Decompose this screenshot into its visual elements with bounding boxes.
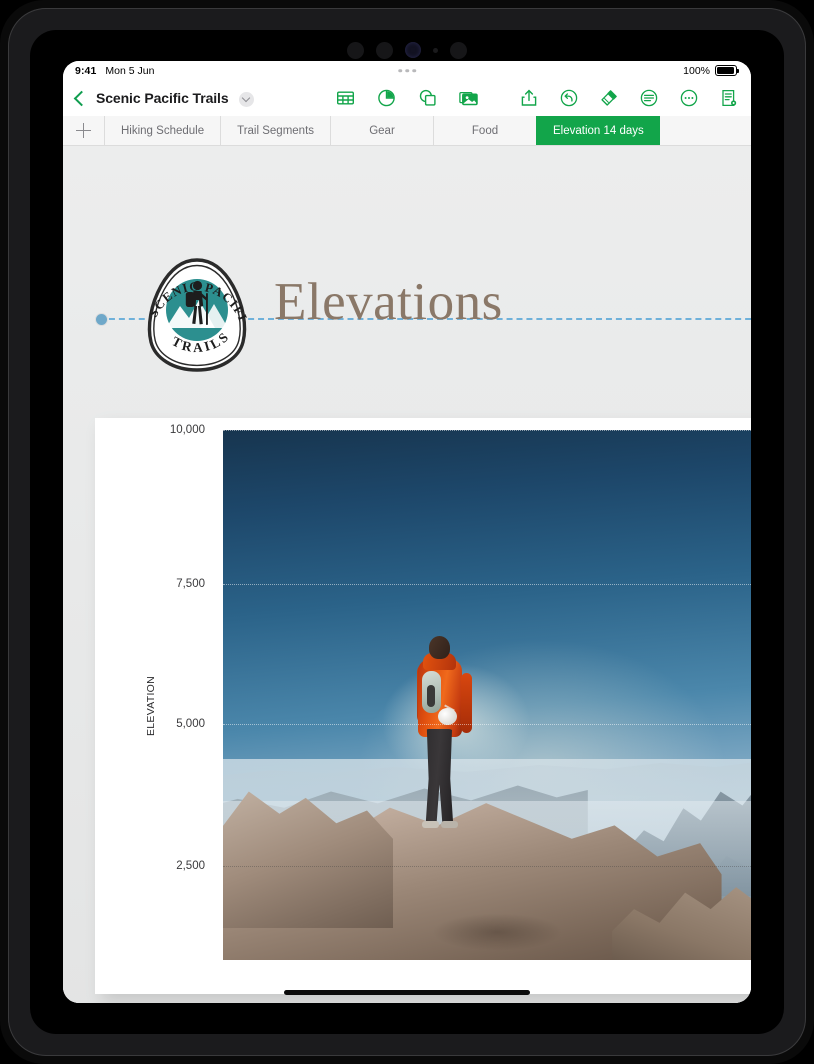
hiker-shoe-right — [441, 820, 459, 828]
y-axis-tick-5000: 5,000 — [176, 718, 205, 730]
format-brush-icon[interactable] — [599, 88, 619, 108]
chart-plot-area — [223, 430, 751, 960]
chart-top-gutter — [223, 418, 751, 430]
camera-lens-ultrawide-icon — [376, 41, 393, 59]
handle-dot — [398, 68, 402, 73]
more-icon[interactable] — [679, 88, 699, 108]
ambient-light-sensor-icon — [433, 47, 438, 53]
multitasking-handle-icon[interactable] — [398, 68, 416, 73]
document-page-1: SCENIC PACIFIC TRAILS — [63, 146, 751, 1003]
share-icon[interactable] — [519, 88, 539, 108]
document-canvas[interactable]: SCENIC PACIFIC TRAILS — [63, 146, 751, 1003]
y-axis-tick-2500: 2,500 — [176, 860, 205, 872]
status-date: Mon 5 Jun — [105, 64, 155, 77]
toolbar-left: Scenic Pacific Trails — [73, 89, 254, 108]
chart-inner: ELEVATION 10,000 7,500 5,000 2,500 — [95, 418, 751, 994]
truedepth-sensor-icon — [405, 42, 421, 58]
sheet-tab-bar: Hiking Schedule Trail Segments Gear Food… — [63, 116, 751, 146]
add-sheet-button[interactable] — [63, 116, 104, 145]
hiker-legs — [425, 728, 454, 825]
page-title[interactable]: Elevations — [274, 272, 503, 332]
action-tool-group — [519, 88, 739, 108]
tab-label: Gear — [369, 124, 395, 137]
handle-dot — [405, 68, 409, 73]
device-bezel: 9:41 Mon 5 Jun 100% Scenic Pacific Trail… — [8, 8, 806, 1056]
screen: 9:41 Mon 5 Jun 100% Scenic Pacific Trail… — [63, 61, 751, 1003]
plus-icon — [76, 123, 91, 138]
battery-percent: 100% — [683, 64, 710, 77]
sheet-tab-elevation-14-days[interactable]: Elevation 14 days — [536, 116, 660, 145]
y-axis-tick-7500: 7,500 — [176, 578, 205, 590]
y-axis-tick-10000: 10,000 — [169, 424, 205, 436]
document-title[interactable]: Scenic Pacific Trails — [96, 90, 229, 106]
shape-icon[interactable] — [418, 88, 438, 108]
status-bar-right: 100% — [683, 64, 739, 77]
tab-label: Trail Segments — [237, 124, 315, 137]
document-header-block: SCENIC PACIFIC TRAILS — [63, 146, 751, 372]
chart-photo-hiker — [408, 627, 474, 828]
status-bar-left: 9:41 Mon 5 Jun — [75, 65, 154, 77]
sheet-tab-trail-segments[interactable]: Trail Segments — [220, 116, 331, 145]
home-indicator[interactable] — [284, 990, 530, 995]
elevation-chart[interactable]: ELEVATION 10,000 7,500 5,000 2,500 — [95, 418, 751, 994]
scenic-pacific-trails-badge[interactable]: SCENIC PACIFIC TRAILS — [137, 256, 257, 376]
table-icon[interactable] — [336, 88, 356, 108]
device-bezel-inner: 9:41 Mon 5 Jun 100% Scenic Pacific Trail… — [30, 30, 784, 1034]
ipad-device: 9:41 Mon 5 Jun 100% Scenic Pacific Trail… — [0, 0, 814, 1064]
chart-icon[interactable] — [377, 88, 397, 108]
tab-label: Elevation 14 days — [553, 124, 644, 137]
hiker-backpack-slot — [427, 684, 436, 707]
status-time: 9:41 — [75, 64, 97, 77]
hiker-arm — [461, 672, 473, 733]
chart-axis-gutter — [95, 418, 223, 994]
selection-handle[interactable] — [96, 314, 107, 325]
sheet-tab-food[interactable]: Food — [433, 116, 537, 145]
tab-label: Hiking Schedule — [121, 124, 205, 137]
undo-icon[interactable] — [559, 88, 579, 108]
status-bar: 9:41 Mon 5 Jun 100% — [63, 61, 751, 80]
hiker-head — [429, 635, 451, 659]
app-toolbar: Scenic Pacific Trails — [63, 80, 751, 116]
sheet-tab-gear[interactable]: Gear — [330, 116, 434, 145]
camera-sensor-cluster — [317, 39, 497, 61]
tab-label: Food — [471, 124, 499, 137]
text-format-icon[interactable] — [639, 88, 659, 108]
insert-tool-group — [336, 88, 479, 108]
chart-bottom-gutter — [95, 960, 751, 994]
sheet-tab-hiking-schedule[interactable]: Hiking Schedule — [104, 116, 221, 145]
back-button[interactable] — [73, 89, 86, 108]
battery-full-icon — [715, 65, 739, 76]
lidar-sensor-icon — [450, 41, 467, 59]
camera-lens-wide-icon — [347, 41, 364, 59]
media-icon[interactable] — [459, 88, 479, 108]
handle-dot — [412, 68, 416, 73]
document-options-icon[interactable] — [719, 88, 739, 108]
hiker-shoe-left — [422, 820, 440, 828]
chevron-down-icon[interactable] — [238, 91, 254, 107]
